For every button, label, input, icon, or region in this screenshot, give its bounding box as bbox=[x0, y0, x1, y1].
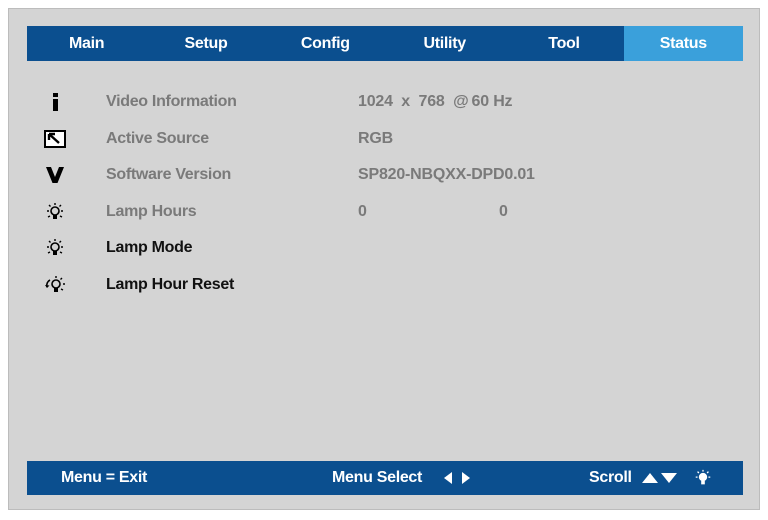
refresh-unit: Hz bbox=[493, 93, 513, 111]
lamp-hours-value-2: 0 bbox=[499, 202, 508, 220]
lamp-icon bbox=[44, 237, 66, 259]
lamp-mode-label: Lamp Mode bbox=[106, 239, 193, 257]
software-version-label: Software Version bbox=[106, 166, 232, 184]
active-source-value: RGB bbox=[358, 129, 393, 147]
scroll-hint: Scroll bbox=[589, 469, 632, 486]
lamp-hour-reset-label: Lamp Hour Reset bbox=[106, 275, 234, 293]
status-menu-list: Video Information 1024 x 768 @ 60 Hz Act… bbox=[36, 84, 726, 303]
menu-exit-hint: Menu = Exit bbox=[61, 469, 148, 486]
resolution-width: 1024 bbox=[358, 93, 393, 111]
tab-bar: Main Setup Config Utility Tool Status bbox=[27, 26, 743, 61]
video-information-label: Video Information bbox=[106, 93, 237, 111]
lamp-mode-row[interactable]: Lamp Mode bbox=[36, 230, 726, 267]
active-source-label: Active Source bbox=[106, 129, 209, 147]
video-information-row: Video Information 1024 x 768 @ 60 Hz bbox=[36, 84, 726, 121]
at-symbol: @ bbox=[453, 93, 469, 111]
left-right-arrows-icon bbox=[443, 461, 471, 495]
software-version-value: SP820-NBQXX-DPD0.01 bbox=[358, 166, 535, 184]
resolution-height: 768 bbox=[418, 93, 445, 111]
lamp-hours-label: Lamp Hours bbox=[106, 202, 197, 220]
active-source-row: Active Source RGB bbox=[36, 121, 726, 158]
software-version-row: Software Version SP820-NBQXX-DPD0.01 bbox=[36, 157, 726, 194]
menu-select-hint: Menu Select bbox=[332, 469, 423, 486]
tab-main[interactable]: Main bbox=[27, 26, 146, 61]
resolution-separator: x bbox=[401, 93, 410, 111]
info-icon bbox=[44, 91, 66, 113]
source-icon bbox=[44, 128, 66, 150]
tab-setup[interactable]: Setup bbox=[146, 26, 265, 61]
version-icon bbox=[44, 164, 66, 186]
lamp-hour-reset-row[interactable]: Lamp Hour Reset bbox=[36, 267, 726, 304]
footer-help-bar: Menu = Exit Menu Select Scroll bbox=[27, 461, 743, 495]
video-information-value: 1024 x 768 @ 60 Hz bbox=[358, 93, 513, 111]
tab-utility[interactable]: Utility bbox=[385, 26, 504, 61]
lamp-icon bbox=[44, 201, 66, 223]
lamp-hours-row: Lamp Hours 0 0 bbox=[36, 194, 726, 231]
up-down-arrows-icon bbox=[641, 461, 679, 495]
refresh-rate: 60 bbox=[471, 93, 490, 111]
lamp-reset-icon bbox=[44, 274, 66, 296]
lamp-icon bbox=[693, 461, 713, 495]
tab-config[interactable]: Config bbox=[266, 26, 385, 61]
tab-tool[interactable]: Tool bbox=[504, 26, 623, 61]
lamp-hours-value-1: 0 bbox=[358, 202, 367, 220]
tab-status[interactable]: Status bbox=[623, 26, 743, 61]
